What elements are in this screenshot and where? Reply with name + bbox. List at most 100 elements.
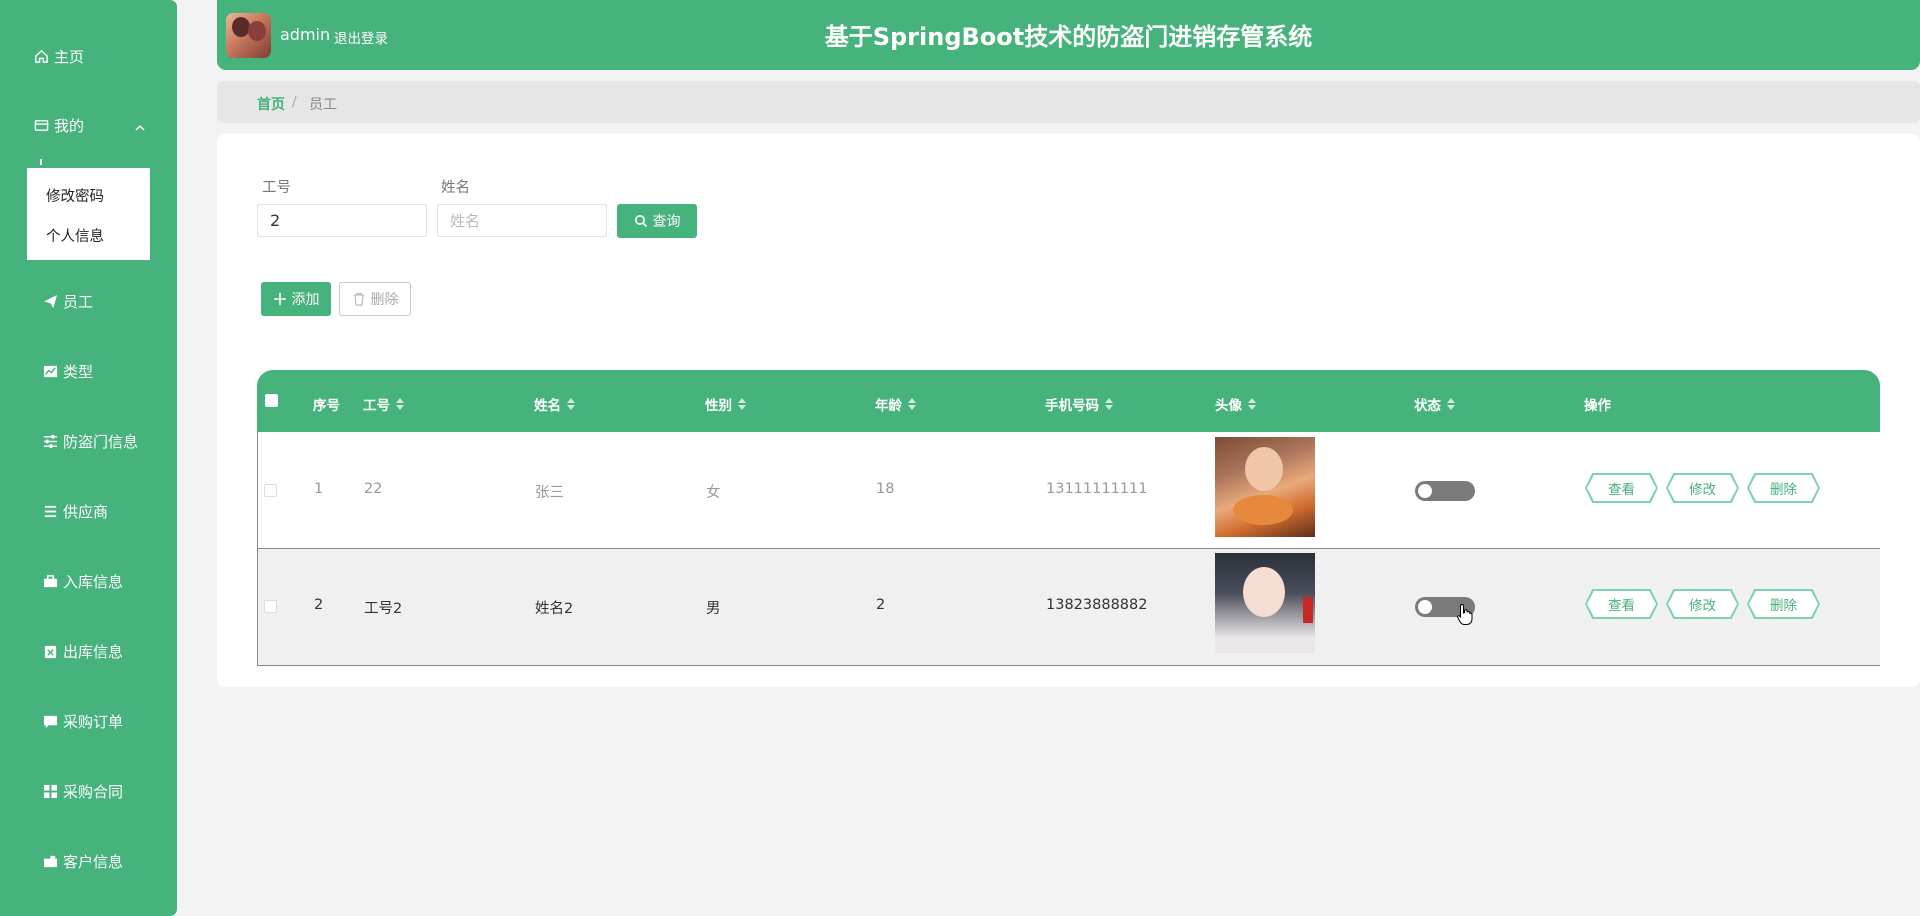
page-title: 基于SpringBoot技术的防盗门进销存管系统	[824, 23, 1313, 51]
sidebar-item-employee[interactable]: 员工	[42, 281, 172, 321]
name-input[interactable]	[437, 204, 607, 237]
avatar-image[interactable]	[1215, 437, 1315, 537]
cell-phone: 13823888882	[1046, 597, 1148, 613]
sidebar-item-purchase-contract[interactable]: 采购合同	[42, 771, 172, 811]
column-header-name[interactable]: 姓名	[534, 394, 575, 414]
view-button[interactable]: 查看	[1585, 589, 1658, 619]
query-button[interactable]: 查询	[617, 204, 697, 238]
sidebar-item-home[interactable]: 主页	[33, 36, 173, 76]
chevron-up-icon[interactable]	[133, 121, 147, 135]
sidebar-item-supplier[interactable]: 供应商	[42, 491, 172, 531]
sidebar-item-label: 供应商	[63, 502, 109, 521]
sidebar-item-mine[interactable]: 我的	[33, 105, 173, 145]
sidebar-item-purchase-order[interactable]: 采购订单	[42, 701, 172, 741]
hand-cursor-icon	[1457, 603, 1473, 625]
clipboard-icon	[42, 643, 58, 659]
cell-age: 2	[876, 597, 886, 613]
trash-icon	[353, 292, 364, 306]
sidebar-item-stock-in[interactable]: 入库信息	[42, 561, 172, 601]
employee-id-label: 工号	[262, 180, 291, 196]
row-delete-button[interactable]: 删除	[1747, 589, 1820, 619]
column-header-phone[interactable]: 手机号码	[1045, 394, 1113, 414]
row-checkbox[interactable]	[264, 484, 277, 497]
name-label: 姓名	[441, 180, 470, 196]
delete-button[interactable]: 删除	[339, 282, 411, 316]
query-button-label: 查询	[652, 214, 681, 230]
cell-name: 姓名2	[535, 601, 574, 617]
row-delete-button[interactable]: 删除	[1747, 473, 1820, 503]
list-icon	[42, 503, 58, 519]
sidebar-item-label: 入库信息	[63, 572, 124, 591]
sidebar-item-label: 采购订单	[63, 712, 124, 731]
sort-icon[interactable]	[738, 398, 746, 410]
top-header: admin 退出登录 基于SpringBoot技术的防盗门进销存管系统	[217, 0, 1920, 70]
avatar-image[interactable]	[1215, 553, 1315, 653]
edit-button[interactable]: 修改	[1666, 473, 1739, 503]
column-header-status[interactable]: 状态	[1414, 394, 1455, 414]
employee-id-input[interactable]	[257, 204, 427, 237]
sidebar-item-label: 客户信息	[63, 852, 124, 871]
submenu: 修改密码 个人信息	[27, 168, 150, 260]
column-header-actions: 操作	[1584, 398, 1611, 414]
delete-button-label: 删除	[370, 292, 399, 308]
chart-icon	[42, 363, 58, 379]
breadcrumb-current: 员工	[309, 97, 337, 113]
sort-icon[interactable]	[908, 398, 916, 410]
briefcase-icon	[42, 573, 58, 589]
submenu-profile[interactable]: 个人信息	[46, 225, 104, 246]
breadcrumb-home[interactable]: 首页	[257, 94, 285, 114]
cell-age: 18	[876, 481, 895, 497]
view-button[interactable]: 查看	[1585, 473, 1658, 503]
sidebar-item-type[interactable]: 类型	[42, 351, 172, 391]
home-icon	[33, 48, 49, 64]
sidebar-item-label: 出库信息	[63, 642, 124, 661]
table-row: 2 工号2 姓名2 男 2 13823888882 查看 修改 删除	[257, 549, 1880, 666]
sidebar-item-label: 类型	[63, 362, 94, 381]
table-header: 序号 工号 姓名 性别 年龄 手机号码 头像 状态 操作	[257, 370, 1880, 432]
cell-id: 22	[364, 481, 383, 497]
paper-plane-icon	[42, 293, 58, 309]
column-header-index: 序号	[313, 398, 340, 414]
sort-icon[interactable]	[1105, 398, 1113, 410]
sidebar-item-label: 我的	[54, 116, 85, 135]
column-header-id[interactable]: 工号	[363, 394, 404, 414]
search-icon	[634, 215, 647, 228]
sidebar-item-label: 采购合同	[63, 782, 124, 801]
grid-icon	[42, 783, 58, 799]
table-row: 1 22 张三 女 18 13111111111 查看 修改 删除	[257, 432, 1880, 549]
sidebar-item-label: 员工	[63, 292, 94, 311]
submenu-change-password[interactable]: 修改密码	[46, 185, 104, 206]
badge-icon	[42, 853, 58, 869]
sort-icon[interactable]	[396, 398, 404, 410]
cell-name: 张三	[535, 485, 564, 501]
sidebar-item-door-info[interactable]: 防盗门信息	[42, 421, 177, 461]
sort-icon[interactable]	[1447, 398, 1455, 410]
sidebar-item-customer[interactable]: 客户信息	[42, 841, 172, 881]
add-button[interactable]: 添加	[261, 282, 331, 316]
wallet-icon	[33, 117, 49, 133]
breadcrumb-separator: /	[292, 94, 297, 110]
sort-icon[interactable]	[1248, 398, 1256, 410]
cell-gender: 男	[706, 601, 721, 617]
column-header-age[interactable]: 年龄	[875, 394, 916, 414]
edit-button[interactable]: 修改	[1666, 589, 1739, 619]
cell-phone: 13111111111	[1046, 481, 1148, 497]
status-toggle[interactable]	[1415, 481, 1475, 501]
sort-icon[interactable]	[567, 398, 575, 410]
cell-id: 工号2	[364, 601, 403, 617]
sidebar-item-label: 防盗门信息	[63, 432, 139, 451]
message-icon	[42, 713, 58, 729]
sidebar-item-stock-out[interactable]: 出库信息	[42, 631, 172, 671]
add-button-label: 添加	[291, 292, 320, 308]
submenu-pointer	[40, 159, 42, 165]
column-header-avatar[interactable]: 头像	[1215, 394, 1256, 414]
plus-icon	[273, 293, 286, 305]
breadcrumb: 首页 / 员工	[217, 81, 1920, 123]
cell-index: 2	[314, 597, 324, 613]
select-all-checkbox[interactable]	[265, 394, 278, 407]
sidebar-item-label: 主页	[54, 47, 85, 66]
row-checkbox[interactable]	[264, 600, 277, 613]
column-header-gender[interactable]: 性别	[705, 394, 746, 414]
sidebar: 主页 我的 修改密码 个人信息 员工 类型 防盗门信息 供应商 入库信息 出库信…	[0, 0, 177, 916]
cell-gender: 女	[706, 485, 721, 501]
